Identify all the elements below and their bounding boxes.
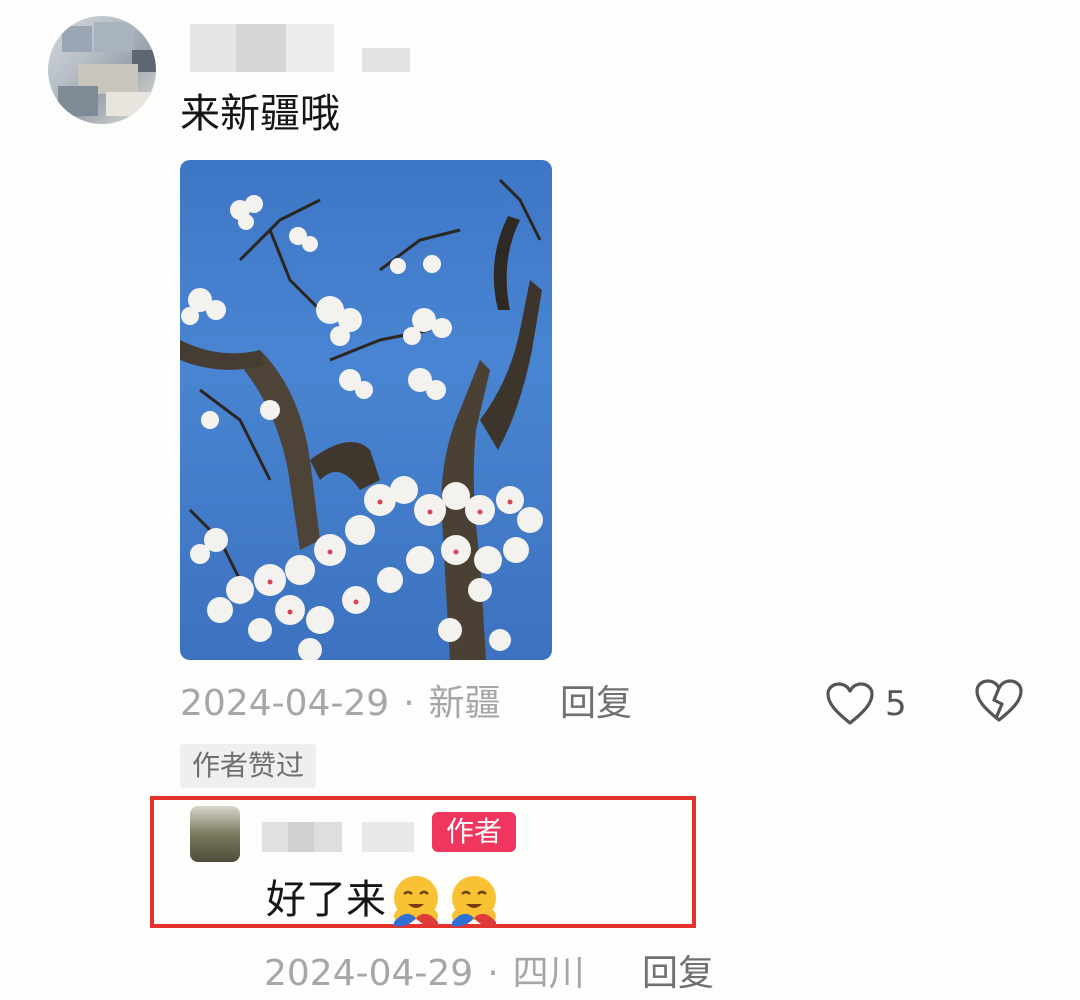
comment-text: 来新疆哦 — [180, 91, 340, 137]
reply-location: 四川 — [512, 953, 585, 994]
reply-meta: 2024-04-29 · 四川 — [264, 948, 585, 1000]
commenter-username-blurred[interactable] — [190, 24, 420, 72]
comment-image[interactable] — [180, 160, 552, 660]
commenter-avatar[interactable] — [48, 16, 156, 124]
hugging-face-emoji — [452, 876, 496, 927]
heart-icon — [826, 682, 874, 725]
reply-content: 好了来 — [266, 872, 502, 928]
reply-button[interactable]: 回复 — [642, 948, 714, 1000]
comment-location: 新疆 — [428, 683, 501, 724]
meta-separator: · — [403, 683, 415, 724]
dislike-button[interactable] — [974, 678, 1024, 728]
author-liked-badge: 作者赞过 — [180, 744, 317, 788]
comment-meta: 2024-04-29 · 新疆 — [180, 678, 501, 730]
like-count: 5 — [885, 684, 907, 724]
reply-text: 好了来 — [266, 877, 386, 923]
broken-heart-icon — [975, 679, 1023, 722]
reply-date: 2024-04-29 — [264, 953, 474, 994]
author-username-blurred[interactable] — [262, 822, 422, 852]
reply-button[interactable]: 回复 — [560, 678, 632, 730]
comment-thread: 来新疆哦 2024-04-29 · 新疆 回复 5 作者赞过 作者 好了来 20… — [0, 0, 1080, 1000]
like-button[interactable]: 5 — [825, 676, 907, 732]
meta-separator: · — [487, 953, 499, 994]
hugging-face-emoji — [394, 876, 438, 927]
author-avatar[interactable] — [190, 806, 240, 862]
comment-date: 2024-04-29 — [180, 683, 390, 724]
author-badge: 作者 — [432, 812, 516, 852]
